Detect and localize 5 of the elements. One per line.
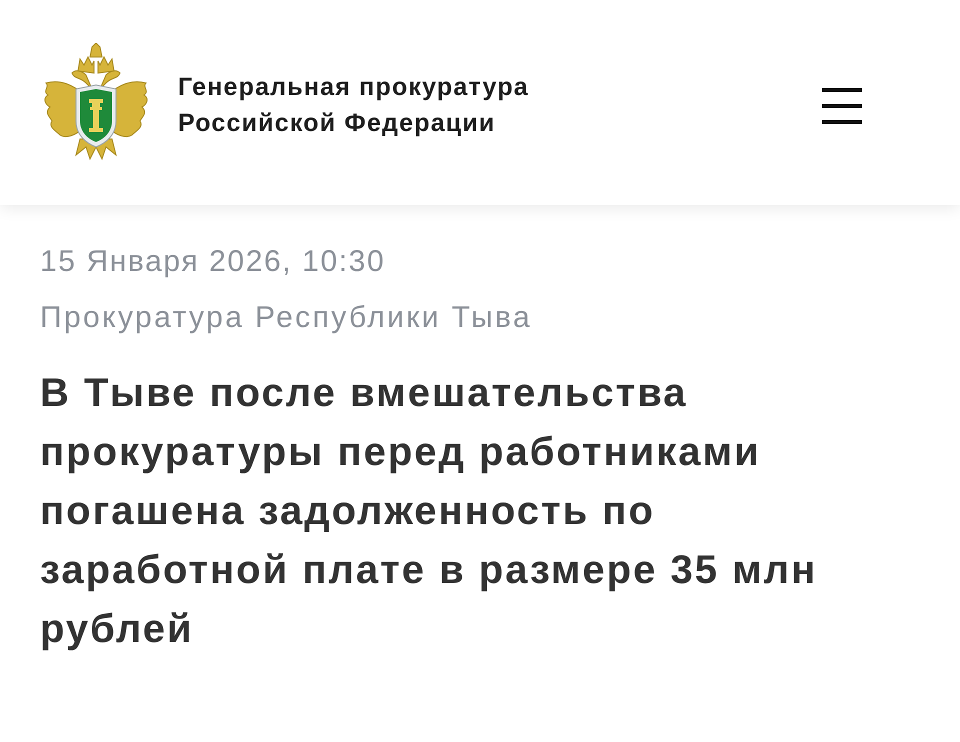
article-headline: В Тыве после вмешательства прокуратуры перед работниками погашена задолженность по заработной плате в размере 35 млн рублей bbox=[40, 370, 818, 653]
source-label: Прокуратура Республики Тыва bbox=[40, 300, 532, 336]
menu-button[interactable] bbox=[822, 88, 862, 124]
publish-date: 15 Января 2026, 10:30 bbox=[40, 244, 386, 280]
organization-name: Генеральная прокуратура Российской Федерации bbox=[178, 72, 530, 138]
